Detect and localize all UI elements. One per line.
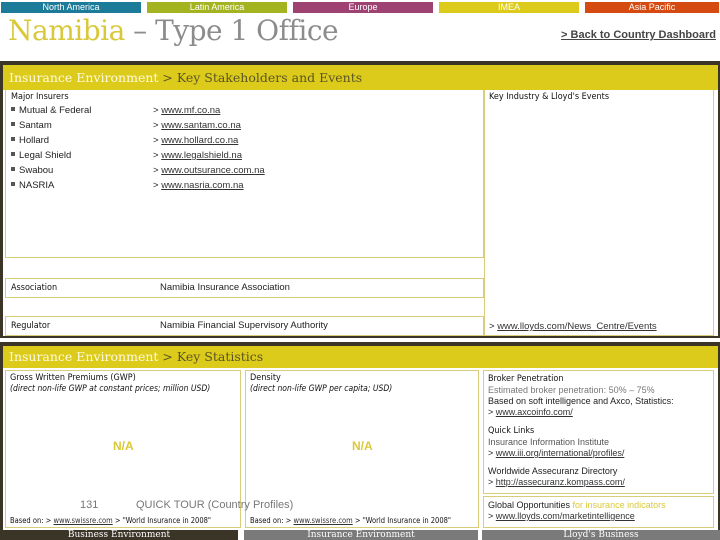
statistics-section: Insurance Environment > Key Statistics G… — [0, 342, 720, 530]
iii-link[interactable]: www.iii.org/international/profiles/ — [496, 448, 625, 458]
global-link-line: > www.lloyds.com/marketintelligence — [488, 511, 635, 521]
events-box: Key Industry & Lloyd's Events > www.lloy… — [484, 90, 714, 336]
source-suffix: > "World Insurance in 2008" — [112, 516, 212, 525]
insurer-link[interactable]: www.outsurance.com.na — [161, 165, 265, 176]
back-to-dashboard-link[interactable]: > Back to Country Dashboard — [561, 29, 716, 41]
link-prefix: > — [153, 120, 162, 131]
region-nav: North America Latin America Europe IMEA … — [0, 2, 720, 13]
insurer-name: NASRIA — [19, 180, 55, 191]
quick-links-title: Quick Links — [488, 426, 535, 436]
lloyds-mi-link[interactable]: www.lloyds.com/marketintelligence — [496, 511, 635, 521]
link-prefix: > — [153, 165, 162, 176]
events-label: Key Industry & Lloyd's Events — [489, 92, 610, 102]
source-prefix: Based on: > — [10, 516, 54, 525]
insurer-link[interactable]: www.hollard.co.na — [161, 135, 238, 146]
major-insurers-box: Major Insurers Mutual & Federal > www.mf… — [5, 90, 484, 258]
broker-value: Estimated broker penetration: 50% – 75% — [488, 385, 655, 395]
country-name: Namibia — [8, 14, 125, 47]
statistics-body: Gross Written Premiums (GWP) (direct non… — [3, 368, 718, 530]
bottom-tab-insurance-environment[interactable]: Insurance Environment — [244, 530, 478, 540]
density-value: N/A — [352, 439, 373, 453]
region-tab-imea[interactable]: IMEA — [439, 2, 579, 13]
header-breadcrumb-leaf: > Key Statistics — [158, 349, 264, 364]
swissre-link[interactable]: www.swissre.com — [293, 516, 352, 525]
link-prefix: > — [153, 150, 162, 161]
iii-label: Insurance Information Institute — [488, 437, 610, 447]
broker-quicklinks-box: Broker Penetration Estimated broker pene… — [483, 370, 714, 494]
office-type: – Type 1 Office — [124, 14, 339, 47]
global-title-main: Global Opportunities — [488, 500, 571, 510]
bullet-icon — [11, 122, 15, 127]
link-prefix: > — [488, 511, 496, 521]
gwp-source: Based on: > www.swissre.com > "World Ins… — [10, 516, 211, 525]
density-subtitle: (direct non-life GWP per capita; USD) — [250, 384, 393, 394]
wad-label: Worldwide Assecuranz Directory — [488, 466, 618, 476]
bottom-tab-lloyds-business[interactable]: Lloyd's Business — [482, 530, 720, 540]
insurer-name: Mutual & Federal — [19, 105, 92, 116]
broker-title: Broker Penetration — [488, 374, 564, 384]
insurer-name: Hollard — [19, 135, 50, 146]
region-tab-north-america[interactable]: North America — [1, 2, 141, 13]
density-source: Based on: > www.swissre.com > "World Ins… — [250, 516, 451, 525]
page-title: Namibia – Type 1 Office — [8, 14, 339, 47]
insurer-link[interactable]: www.nasria.com.na — [161, 180, 243, 191]
iii-link-line: > www.iii.org/international/profiles/ — [488, 448, 624, 458]
global-opportunities-box: Global Opportunities for insurance indic… — [483, 496, 714, 528]
regulator-row: Regulator Namibia Financial Supervisory … — [5, 316, 484, 336]
link-prefix: > — [153, 135, 162, 146]
global-opportunities-title: Global Opportunities for insurance indic… — [488, 500, 666, 510]
statistics-header: Insurance Environment > Key Statistics — [3, 346, 718, 368]
link-prefix: > — [488, 448, 496, 458]
assecuranz-link[interactable]: http://assecuranz.kompass.com/ — [496, 477, 625, 487]
swissre-link[interactable]: www.swissre.com — [53, 516, 112, 525]
link-prefix: > — [153, 105, 162, 116]
insurer-link[interactable]: www.legalshield.na — [161, 150, 242, 161]
stakeholders-body: Major Insurers Mutual & Federal > www.mf… — [3, 90, 718, 336]
bullet-icon — [11, 167, 15, 172]
broker-link-line: > www.axcoinfo.com/ — [488, 407, 573, 417]
regulator-value: Namibia Financial Supervisory Authority — [160, 320, 328, 331]
link-prefix: > — [488, 477, 496, 487]
region-tab-asia-pacific[interactable]: Asia Pacific — [585, 2, 719, 13]
bottom-tab-business-environment[interactable]: Business Environment — [0, 530, 238, 540]
gwp-title: Gross Written Premiums (GWP) — [10, 373, 136, 383]
association-value: Namibia Insurance Association — [160, 282, 290, 293]
insurer-name: Swabou — [19, 165, 54, 176]
region-tab-europe[interactable]: Europe — [293, 2, 433, 13]
link-prefix: > — [153, 180, 162, 191]
source-suffix: > "World Insurance in 2008" — [352, 516, 452, 525]
stakeholders-section: Insurance Environment > Key Stakeholders… — [0, 61, 720, 338]
global-title-accent: for insurance indicators — [570, 500, 666, 510]
insurer-link[interactable]: www.santam.co.na — [161, 120, 241, 131]
bullet-icon — [11, 137, 15, 142]
region-tab-latin-america[interactable]: Latin America — [147, 2, 287, 13]
bullet-icon — [11, 107, 15, 112]
bullet-icon — [11, 152, 15, 157]
bullet-icon — [11, 182, 15, 187]
page-number: 131 — [80, 499, 99, 511]
association-row: Association Namibia Insurance Associatio… — [5, 278, 484, 298]
density-title: Density — [250, 373, 281, 383]
wad-link-line: > http://assecuranz.kompass.com/ — [488, 477, 625, 487]
regulator-label: Regulator — [11, 321, 51, 331]
broker-basis: Based on soft intelligence and Axco, Sta… — [488, 396, 674, 406]
lloyds-events-link[interactable]: www.lloyds.com/News_Centre/Events — [497, 321, 656, 332]
link-prefix: > — [489, 321, 498, 332]
events-link-line: > www.lloyds.com/News_Centre/Events — [489, 321, 657, 332]
source-prefix: Based on: > — [250, 516, 294, 525]
stakeholders-header: Insurance Environment > Key Stakeholders… — [3, 65, 718, 90]
link-prefix: > — [488, 407, 496, 417]
insurer-link[interactable]: www.mf.co.na — [161, 105, 220, 116]
header-breadcrumb-root: Insurance Environment — [9, 70, 163, 85]
header-breadcrumb-root: Insurance Environment — [9, 349, 159, 364]
gwp-subtitle: (direct non-life GWP at constant prices;… — [10, 384, 211, 394]
insurer-name: Legal Shield — [19, 150, 72, 161]
header-breadcrumb-leaf: > Key Stakeholders and Events — [162, 70, 363, 85]
page-caption: QUICK TOUR (Country Profiles) — [136, 499, 294, 511]
axco-link[interactable]: www.axcoinfo.com/ — [496, 407, 573, 417]
association-label: Association — [11, 283, 58, 293]
gwp-value: N/A — [113, 439, 134, 453]
insurer-name: Santam — [19, 120, 52, 131]
major-insurers-label: Major Insurers — [11, 92, 69, 102]
